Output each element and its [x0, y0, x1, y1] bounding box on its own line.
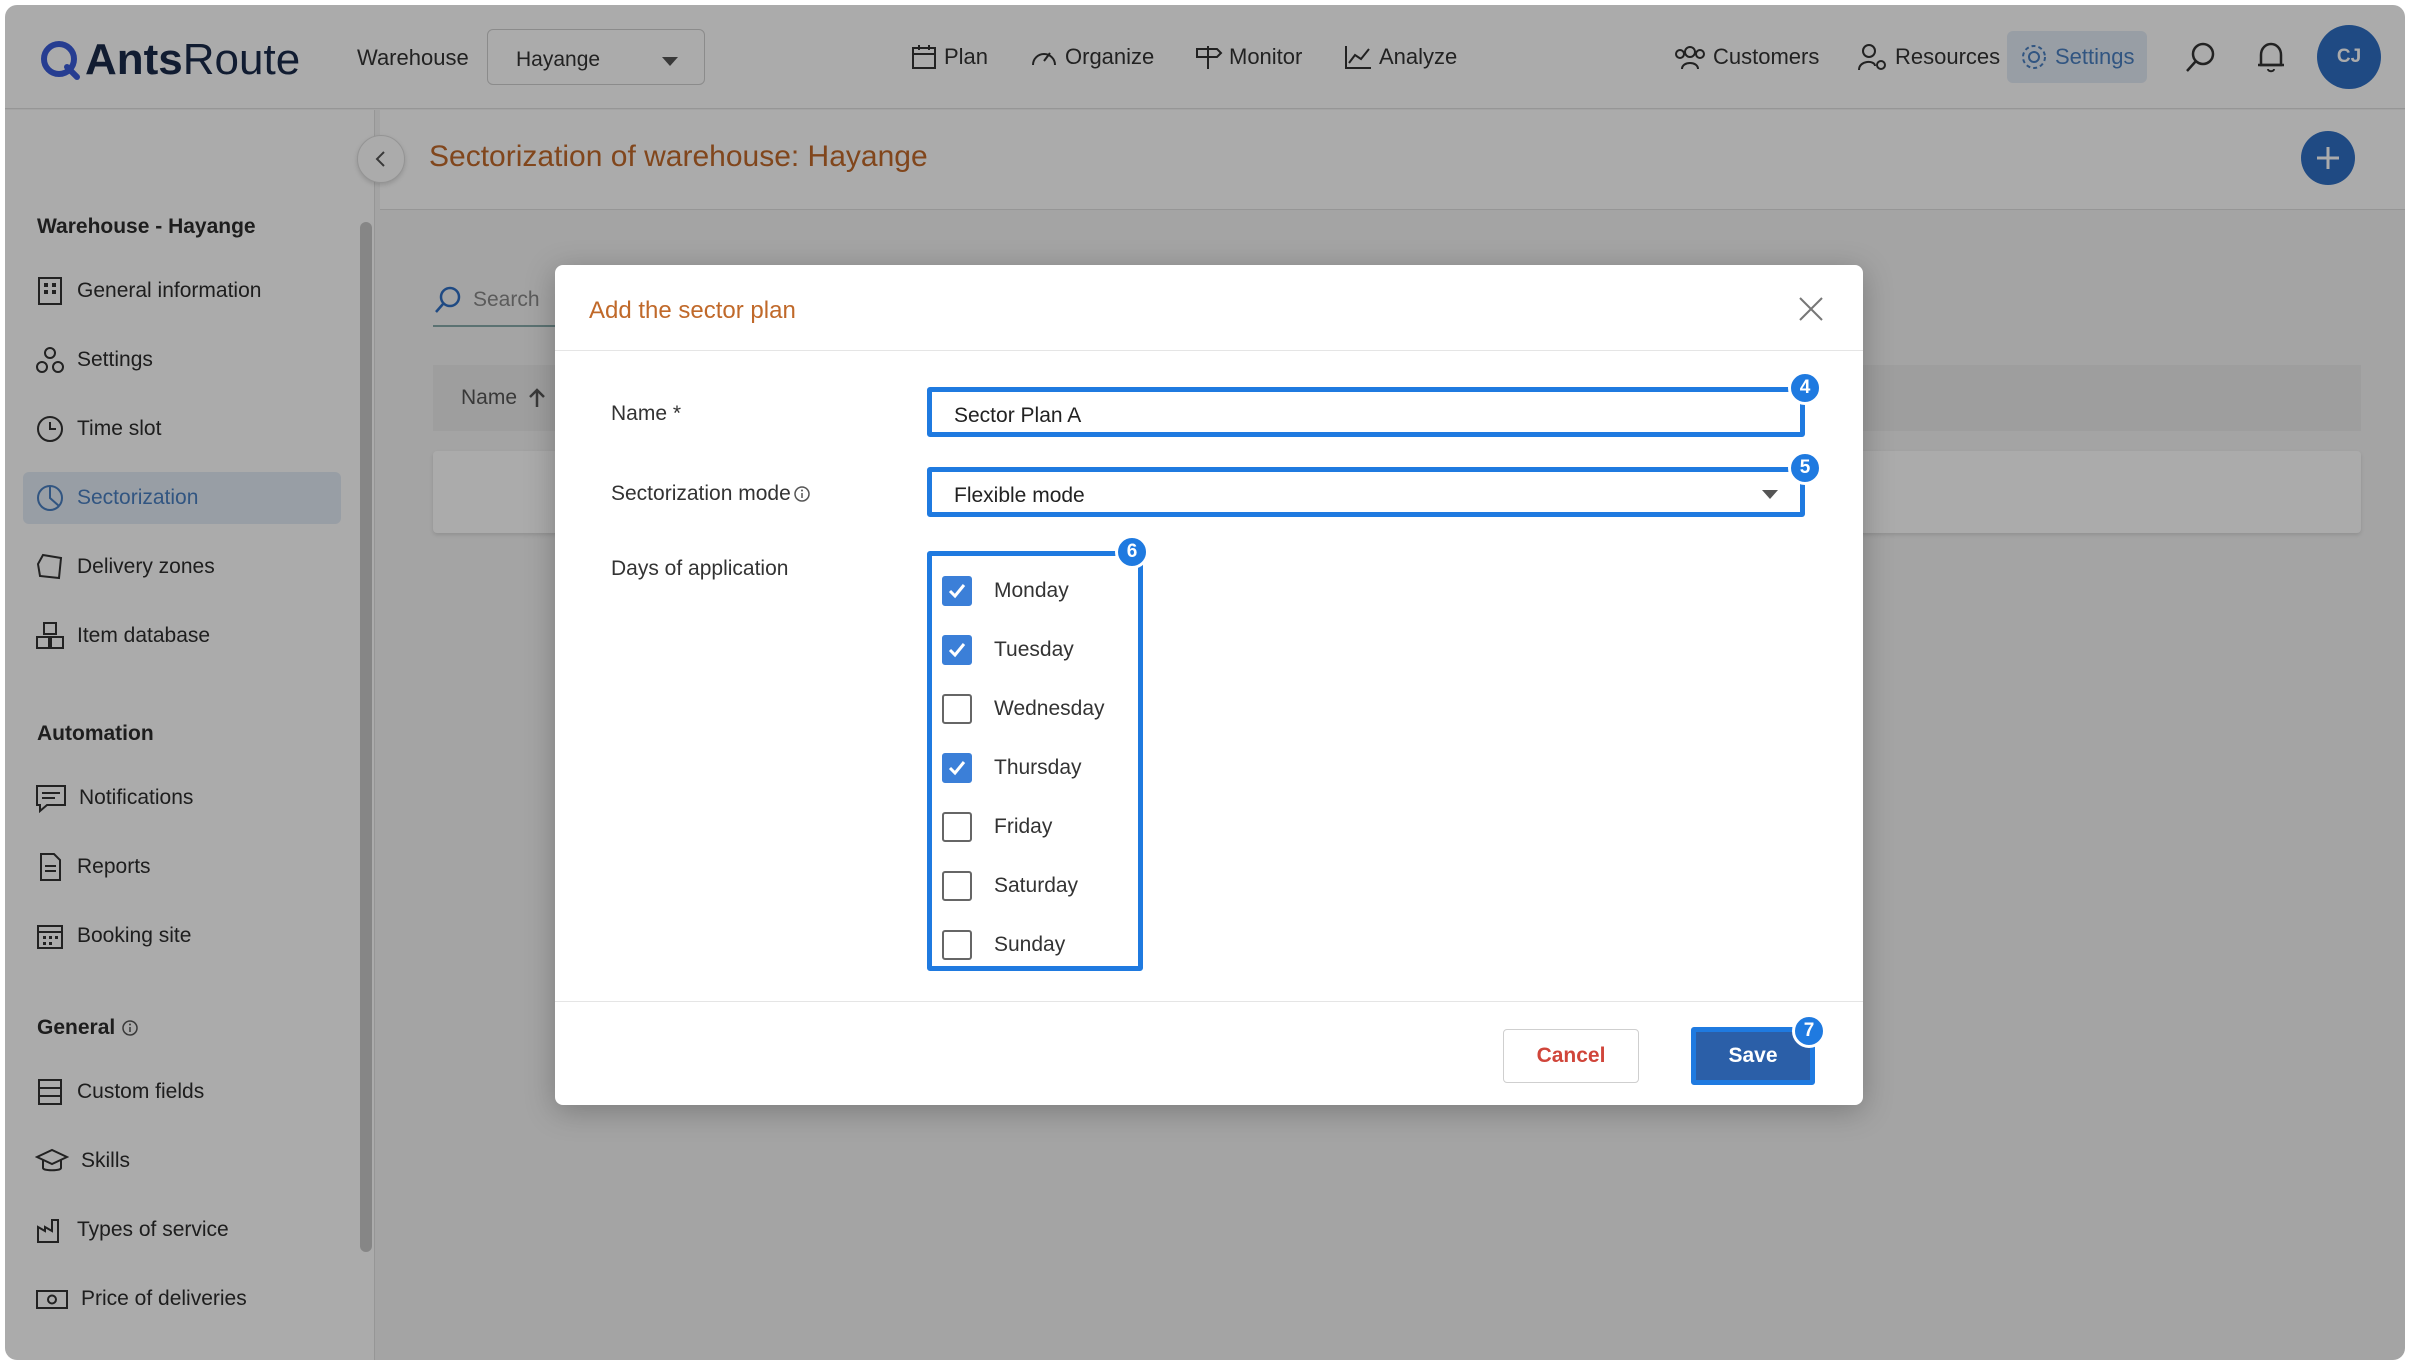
cancel-button[interactable]: Cancel [1503, 1029, 1639, 1083]
name-label: Name * [611, 402, 682, 425]
day-checkbox-wednesday[interactable]: Wednesday [942, 690, 1105, 728]
step-badge-5: 5 [1788, 451, 1822, 485]
name-input-value: Sector Plan A [954, 404, 1082, 427]
checkbox-checked-icon[interactable] [942, 753, 972, 783]
day-label: Monday [994, 579, 1069, 602]
day-checkbox-tuesday[interactable]: Tuesday [942, 631, 1074, 669]
close-button[interactable] [1791, 289, 1831, 329]
checkbox-unchecked-icon[interactable] [942, 930, 972, 960]
sectorization-mode-value: Flexible mode [954, 484, 1085, 507]
day-label: Sunday [994, 933, 1066, 956]
name-input[interactable]: Sector Plan A [927, 387, 1805, 437]
checkbox-unchecked-icon[interactable] [942, 812, 972, 842]
dialog-header: Add the sector plan [555, 265, 1863, 351]
info-icon[interactable] [793, 485, 811, 503]
step-badge-7: 7 [1792, 1014, 1826, 1048]
checkbox-unchecked-icon[interactable] [942, 871, 972, 901]
dialog-title: Add the sector plan [589, 297, 796, 324]
step-badge-6: 6 [1115, 535, 1149, 569]
day-checkbox-friday[interactable]: Friday [942, 808, 1052, 846]
day-label: Saturday [994, 874, 1079, 897]
checkbox-checked-icon[interactable] [942, 576, 972, 606]
day-checkbox-sunday[interactable]: Sunday [942, 926, 1065, 964]
close-icon [1799, 297, 1823, 321]
day-label: Tuesday [994, 638, 1074, 661]
chevron-down-icon [1762, 490, 1778, 499]
day-label: Friday [994, 815, 1053, 838]
sectorization-mode-select[interactable]: Flexible mode [927, 467, 1805, 517]
day-checkbox-monday[interactable]: Monday [942, 572, 1069, 610]
step-badge-4: 4 [1788, 371, 1822, 405]
dialog-footer-divider [555, 1001, 1863, 1002]
add-sector-plan-dialog: Add the sector plan Name * Sector Plan A… [555, 265, 1863, 1105]
day-checkbox-saturday[interactable]: Saturday [942, 867, 1078, 905]
day-label: Wednesday [994, 697, 1105, 720]
day-label: Thursday [994, 756, 1082, 779]
day-checkbox-thursday[interactable]: Thursday [942, 749, 1082, 787]
sectorization-mode-label: Sectorization mode [611, 482, 811, 506]
days-of-application-label: Days of application [611, 557, 789, 580]
days-checkbox-group: Monday Tuesday Wednesday Thursday Friday Satu… [927, 551, 1143, 971]
sectorization-mode-label-text: Sectorization mode [611, 482, 791, 505]
checkbox-checked-icon[interactable] [942, 635, 972, 665]
checkbox-unchecked-icon[interactable] [942, 694, 972, 724]
app-window: Ants Route Warehouse Hayange Plan Organiz… [5, 5, 2405, 1360]
